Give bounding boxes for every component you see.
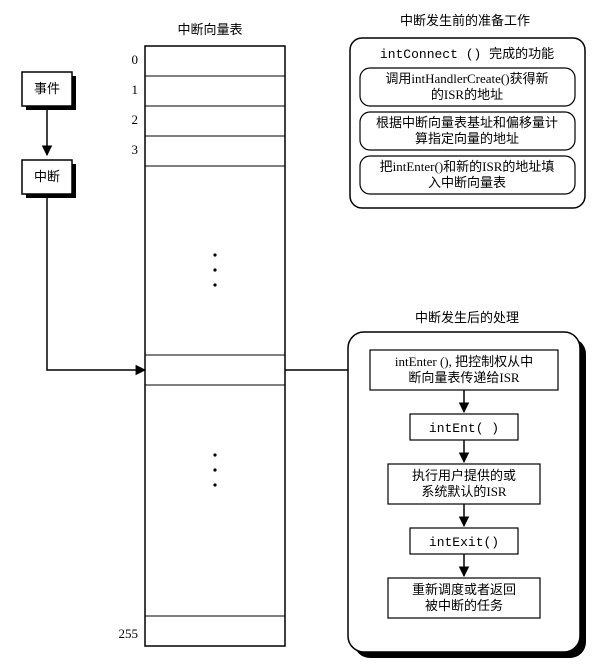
prep-title: 中断发生前的准备工作 — [400, 13, 530, 28]
events-column: 事件 中断 — [22, 72, 76, 198]
event-label: 事件 — [34, 81, 60, 96]
prep-step3a: 把intEnter()和新的ISR的地址填 — [380, 159, 555, 174]
row-idx-2: 2 — [132, 112, 139, 127]
handle-s3a: 执行用户提供的或 — [412, 468, 516, 483]
handle-s5b: 被中断的任务 — [425, 598, 503, 613]
handle-s4: intExit() — [429, 535, 499, 550]
row-idx-3: 3 — [132, 142, 139, 157]
prep-panel: 中断发生前的准备工作 intConnect () 完成的功能 调用intHand… — [350, 13, 585, 208]
prep-step3b: 入中断向量表 — [428, 175, 506, 190]
prep-step2a: 根据中断向量表基址和偏移量计 — [376, 115, 558, 130]
handle-s1a: intEnter (), 把控制权从中 — [395, 354, 533, 369]
prep-step2b: 算指定向量的地址 — [415, 131, 519, 146]
handle-s2: intEnt( ) — [429, 421, 499, 436]
prep-step1a: 调用intHandlerCreate()获得新 — [385, 71, 548, 86]
prep-step1b: 的ISR的地址 — [431, 87, 503, 102]
handle-title: 中断发生后的处理 — [415, 310, 519, 325]
prep-subtitle: intConnect () 完成的功能 — [380, 46, 554, 62]
row-idx-1: 1 — [132, 82, 139, 97]
handle-s5a: 重新调度或者返回 — [412, 582, 516, 597]
handle-panel: 中断发生后的处理 intEnter (), 把控制权从中 断向量表传递给ISR … — [348, 310, 586, 658]
interrupt-label: 中断 — [34, 169, 60, 184]
handle-s1b: 断向量表传递给ISR — [408, 370, 520, 385]
row-idx-255: 255 — [119, 626, 139, 641]
row-idx-0: 0 — [132, 52, 139, 67]
table-title: 中断向量表 — [177, 22, 242, 37]
vector-table: 中断向量表 0 1 2 3 255 — [119, 22, 286, 646]
handle-s3b: 系统默认的ISR — [421, 484, 507, 499]
arrow-interrupt-to-table — [47, 194, 145, 370]
